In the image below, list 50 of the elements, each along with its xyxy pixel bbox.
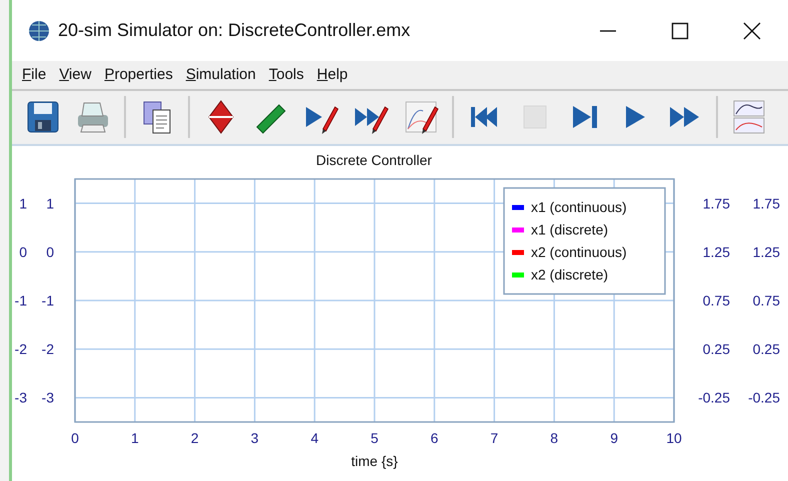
menu-item[interactable]: Properties bbox=[100, 66, 182, 84]
x-tick-label: 8 bbox=[550, 430, 558, 446]
globe-icon bbox=[28, 20, 50, 42]
y-tick-label: 0.25 bbox=[752, 341, 780, 358]
x-tick-label: 0 bbox=[71, 430, 79, 446]
legend-label: x2 (discrete) bbox=[531, 266, 608, 282]
x-tick-label: 5 bbox=[370, 430, 378, 446]
save-icon bbox=[25, 99, 61, 136]
menu-item[interactable]: Help bbox=[312, 66, 357, 84]
y-tick-label: -1 bbox=[42, 292, 54, 308]
y-tick-label: -1 bbox=[14, 292, 27, 308]
y-tick-label: 0 bbox=[46, 244, 54, 260]
menu-item[interactable]: Simulation bbox=[182, 66, 265, 84]
chart-title: Discrete Controller bbox=[316, 152, 432, 168]
y-tick-label: -3 bbox=[14, 390, 27, 406]
y-tick-label: -2 bbox=[14, 341, 27, 358]
y-tick-label: 0.25 bbox=[702, 341, 730, 358]
x-tick-label: 7 bbox=[490, 430, 498, 446]
y-tick-label: 1.75 bbox=[702, 195, 730, 212]
x-axis-label: time {s} bbox=[351, 453, 398, 469]
legend-label: x1 (discrete) bbox=[531, 222, 608, 238]
menu-item[interactable]: Tools bbox=[264, 66, 313, 84]
y-tick-label: 1 bbox=[19, 195, 27, 212]
close-icon[interactable] bbox=[743, 22, 761, 40]
plot-icon bbox=[731, 99, 767, 136]
menu-item[interactable]: File bbox=[18, 66, 56, 84]
y-tick-label: 1.25 bbox=[752, 244, 780, 260]
x-tick-label: 6 bbox=[430, 430, 438, 446]
legend-label: x1 (continuous) bbox=[531, 199, 627, 215]
y-tick-label: 1 bbox=[46, 195, 54, 212]
x-tick-label: 9 bbox=[610, 430, 618, 446]
y-tick-label: -0.25 bbox=[698, 390, 730, 406]
menu-item[interactable]: View bbox=[55, 66, 100, 84]
legend-label: x2 (continuous) bbox=[531, 244, 627, 260]
x-tick-label: 10 bbox=[666, 430, 682, 446]
x-tick-label: 1 bbox=[131, 430, 139, 446]
x-tick-label: 2 bbox=[190, 430, 199, 446]
y-tick-label: 1.75 bbox=[752, 195, 780, 212]
y-tick-label: 1.25 bbox=[702, 244, 730, 260]
y-tick-label: -3 bbox=[42, 390, 54, 406]
y-tick-label: 0.75 bbox=[702, 292, 730, 308]
y-tick-label: 0 bbox=[19, 244, 27, 260]
x-tick-label: 4 bbox=[310, 430, 318, 446]
window-title: 20-sim Simulator on: DiscreteController.emx bbox=[58, 20, 412, 42]
y-tick-label: -0.25 bbox=[748, 390, 780, 406]
maximize-icon[interactable] bbox=[671, 22, 689, 40]
y-tick-label: 0.75 bbox=[752, 292, 780, 308]
y-tick-label: -2 bbox=[42, 341, 54, 358]
chart-pencil-icon bbox=[403, 99, 439, 136]
x-tick-label: 3 bbox=[250, 430, 259, 446]
